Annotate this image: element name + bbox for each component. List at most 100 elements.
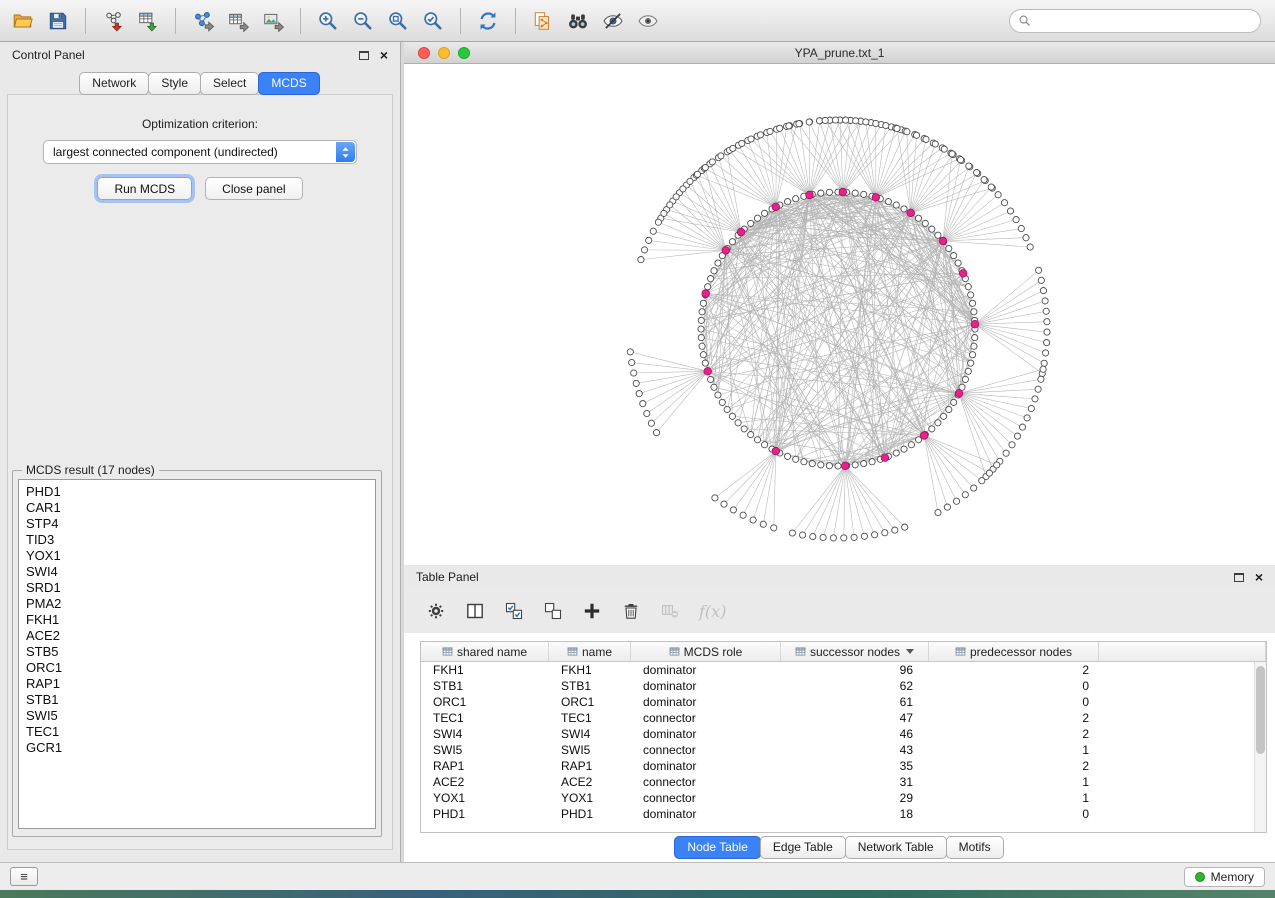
toolbar-separator xyxy=(175,8,176,34)
select-all-rows-button[interactable] xyxy=(504,601,524,621)
tab-select[interactable]: Select xyxy=(200,72,259,95)
save-session-button[interactable] xyxy=(43,6,73,36)
mini-table-icon xyxy=(955,646,966,657)
unselect-all-rows-button[interactable] xyxy=(543,601,563,621)
list-item[interactable]: STB1 xyxy=(26,692,375,708)
refresh-view-button[interactable] xyxy=(473,6,503,36)
table-row[interactable]: SWI5SWI5connector431 xyxy=(421,742,1266,758)
import-network-button[interactable] xyxy=(98,6,128,36)
function-builder-button[interactable]: f(x) xyxy=(699,602,726,621)
table-cell: 2 xyxy=(929,727,1099,741)
column-header-name[interactable]: name xyxy=(549,642,631,661)
table-row[interactable]: FKH1FKH1dominator962 xyxy=(421,662,1266,678)
zoom-fit-button[interactable] xyxy=(383,6,413,36)
table-panel-tabs: Node TableEdge TableNetwork TableMotifs xyxy=(404,836,1275,859)
select-all-rows-icon xyxy=(504,601,524,621)
close-window-button[interactable] xyxy=(418,47,430,59)
scrollbar-thumb[interactable] xyxy=(1256,666,1265,754)
tab-node-table[interactable]: Node Table xyxy=(674,836,761,859)
add-row-button[interactable] xyxy=(582,601,602,621)
search-box[interactable] xyxy=(1009,9,1261,33)
search-input[interactable] xyxy=(1032,13,1252,29)
gear-button[interactable] xyxy=(426,601,446,621)
table-row[interactable]: STB1STB1dominator620 xyxy=(421,678,1266,694)
table-row[interactable]: ACE2ACE2connector311 xyxy=(421,774,1266,790)
close-panel-button[interactable]: Close panel xyxy=(205,177,302,200)
column-header-successor-nodes[interactable]: successor nodes xyxy=(781,642,929,661)
list-item[interactable]: PHD1 xyxy=(26,484,375,500)
list-item[interactable]: ORC1 xyxy=(26,660,375,676)
main-toolbar xyxy=(0,0,1275,42)
memory-button[interactable]: Memory xyxy=(1184,867,1265,887)
list-item[interactable]: TEC1 xyxy=(26,724,375,740)
export-network-button[interactable] xyxy=(188,6,218,36)
tab-motifs[interactable]: Motifs xyxy=(946,836,1004,859)
table-body: FKH1FKH1dominator962STB1STB1dominator620… xyxy=(421,662,1266,822)
float-panel-icon[interactable] xyxy=(359,51,369,60)
find-button[interactable] xyxy=(563,6,593,36)
list-item[interactable]: PMA2 xyxy=(26,596,375,612)
list-item[interactable]: CAR1 xyxy=(26,500,375,516)
menu-button[interactable]: ≡ xyxy=(10,867,38,886)
columns-button[interactable] xyxy=(465,601,485,621)
table-cell: TEC1 xyxy=(549,711,631,725)
zoom-in-button[interactable] xyxy=(313,6,343,36)
zoom-window-button[interactable] xyxy=(458,47,470,59)
export-table-button[interactable] xyxy=(223,6,253,36)
export-image-button[interactable] xyxy=(258,6,288,36)
column-header-shared-name[interactable]: shared name xyxy=(421,642,549,661)
column-header-predecessor-nodes[interactable]: predecessor nodes xyxy=(929,642,1099,661)
table-row[interactable]: SWI4SWI4dominator462 xyxy=(421,726,1266,742)
list-item[interactable]: SWI4 xyxy=(26,564,375,580)
list-item[interactable]: GCR1 xyxy=(26,740,375,756)
show-graphics-details-button[interactable] xyxy=(598,6,628,36)
list-item[interactable]: TID3 xyxy=(26,532,375,548)
list-item[interactable]: RAP1 xyxy=(26,676,375,692)
list-item[interactable]: STB5 xyxy=(26,644,375,660)
birdseye-view-button[interactable] xyxy=(633,6,663,36)
minimize-window-button[interactable] xyxy=(438,47,450,59)
column-header-mcds-role[interactable]: MCDS role xyxy=(631,642,781,661)
toolbar-separator xyxy=(515,8,516,34)
list-item[interactable]: SRD1 xyxy=(26,580,375,596)
tab-network[interactable]: Network xyxy=(79,72,149,95)
import-table-icon xyxy=(137,10,159,32)
run-mcds-button[interactable]: Run MCDS xyxy=(97,177,192,200)
control-panel-title: Control Panel xyxy=(12,48,85,62)
list-item[interactable]: FKH1 xyxy=(26,612,375,628)
list-item[interactable]: STP4 xyxy=(26,516,375,532)
network-window-titlebar[interactable]: YPA_prune.txt_1 xyxy=(404,42,1275,64)
list-item[interactable]: SWI5 xyxy=(26,708,375,724)
tab-edge-table[interactable]: Edge Table xyxy=(760,836,846,859)
table-row[interactable]: ORC1ORC1dominator610 xyxy=(421,694,1266,710)
tab-network-table[interactable]: Network Table xyxy=(845,836,947,859)
table-row[interactable]: YOX1YOX1connector291 xyxy=(421,790,1266,806)
table-cell: ACE2 xyxy=(549,775,631,789)
table-row[interactable]: RAP1RAP1dominator352 xyxy=(421,758,1266,774)
table-scrollbar[interactable] xyxy=(1254,662,1266,832)
optimization-criterion-dropdown[interactable]: largest connected component (undirected) xyxy=(43,140,357,164)
tab-style[interactable]: Style xyxy=(148,72,201,95)
table-row[interactable]: PHD1PHD1dominator180 xyxy=(421,806,1266,822)
hide-column-button[interactable] xyxy=(660,601,680,621)
list-item[interactable]: YOX1 xyxy=(26,548,375,564)
zoom-out-button[interactable] xyxy=(348,6,378,36)
table-cell: STB1 xyxy=(549,679,631,693)
table-cell: SWI5 xyxy=(421,743,549,757)
float-table-panel-icon[interactable] xyxy=(1234,573,1244,582)
import-table-button[interactable] xyxy=(133,6,163,36)
delete-row-button[interactable] xyxy=(621,601,641,621)
network-canvas[interactable] xyxy=(404,64,1275,565)
tab-mcds[interactable]: MCDS xyxy=(258,72,319,95)
open-session-button[interactable] xyxy=(8,6,38,36)
memory-label: Memory xyxy=(1211,870,1254,884)
list-item[interactable]: ACE2 xyxy=(26,628,375,644)
close-table-panel-icon[interactable]: × xyxy=(1255,570,1263,584)
zoom-selected-button[interactable] xyxy=(418,6,448,36)
close-panel-icon[interactable]: × xyxy=(380,48,388,62)
table-row[interactable]: TEC1TEC1connector472 xyxy=(421,710,1266,726)
mini-table-icon xyxy=(442,646,453,657)
clone-network-button[interactable] xyxy=(528,6,558,36)
column-header-filler xyxy=(1099,642,1266,661)
find-icon xyxy=(567,10,589,32)
